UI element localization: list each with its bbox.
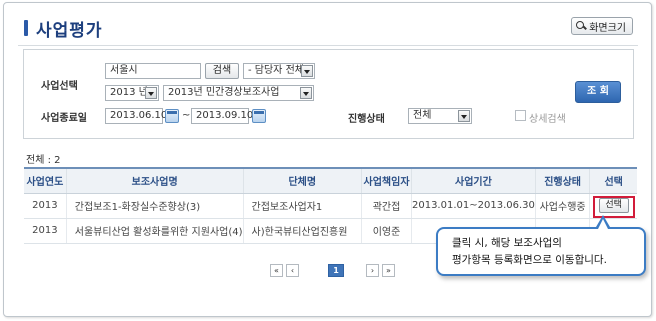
calendar-icon[interactable] <box>165 109 179 123</box>
column-header[interactable]: 단체명 <box>242 168 362 194</box>
total-count: 전체 : 2 <box>26 155 61 166</box>
chevron-down-icon <box>300 87 312 99</box>
search-button[interactable]: 검색 <box>205 63 239 79</box>
date-from-input[interactable]: 2013.06.10 <box>105 108 167 124</box>
page-title: 사업평가 <box>36 20 103 41</box>
manager-select[interactable]: - 담당자 전체 - <box>243 63 315 79</box>
last-page-button[interactable]: » <box>382 263 395 277</box>
title-divider <box>18 45 638 46</box>
title-marker <box>24 20 28 36</box>
column-header[interactable]: 진행상태 <box>534 168 590 194</box>
cell-year: 2013 <box>24 193 67 219</box>
cell-org-name: 사)한국뷰티산업진흥원 <box>242 218 362 244</box>
cell-period: 2013.01.01~2013.06.30 <box>410 193 536 219</box>
date-range-separator: ~ <box>182 110 191 121</box>
tooltip-line-1: 클릭 시, 해당 보조사업의 <box>452 237 562 249</box>
project-select-value: 2013년 민간경상보조사업 <box>168 87 280 98</box>
prev-page-button[interactable]: ‹ <box>286 263 299 277</box>
status-select[interactable]: 전체 <box>408 108 472 124</box>
cell-status: 사업수행중 <box>534 193 590 219</box>
first-page-button[interactable]: « <box>270 263 283 277</box>
page-header: 사업평가 <box>24 17 103 41</box>
magnifier-icon <box>576 21 586 31</box>
screen-size-label: 화면크기 <box>589 22 626 34</box>
cell-manager: 이영준 <box>361 218 412 244</box>
chevron-down-icon <box>301 65 313 77</box>
cell-project-name: 간접보조1-화장실수준향상(3) <box>65 193 244 219</box>
keyword-input[interactable]: 서울시 <box>105 63 201 79</box>
detail-search-label: 상세검색 <box>529 114 566 125</box>
help-tooltip: 클릭 시, 해당 보조사업의 평가항목 등록화면으로 이동합니다. <box>436 215 646 276</box>
column-header[interactable]: 사업책임자 <box>361 168 412 194</box>
page-number-current[interactable]: 1 <box>328 263 344 277</box>
submit-button[interactable]: 조 회 <box>575 81 621 103</box>
column-header: 선택 <box>589 168 637 194</box>
status-select-value: 전체 <box>413 110 432 121</box>
calendar-icon[interactable] <box>252 109 266 123</box>
cell-org-name: 간접보조사업자1 <box>242 193 362 219</box>
screen-size-button[interactable]: 화면크기 <box>571 17 633 35</box>
year-select-value: 2013 년 <box>110 87 148 98</box>
end-date-label: 사업종료일 <box>41 113 87 124</box>
cell-manager: 곽간접 <box>361 193 412 219</box>
cell-project-name: 서울뷰티산업 활성화를위한 지원사업(4) <box>65 218 244 244</box>
detail-search-checkbox[interactable] <box>515 110 526 121</box>
next-page-button[interactable]: › <box>366 263 379 277</box>
project-select[interactable]: 2013년 민간경상보조사업 <box>163 85 314 101</box>
status-label: 진행상태 <box>348 114 385 125</box>
year-select[interactable]: 2013 년 <box>105 85 159 101</box>
window-frame: 사업평가 화면크기 사업선택 서울시 검색 - 담당자 전체 - 2013 년 … <box>3 2 652 317</box>
column-header[interactable]: 보조사업명 <box>65 168 244 194</box>
select-button[interactable]: 선택 <box>598 198 629 213</box>
chevron-down-icon <box>145 87 157 99</box>
date-to-input[interactable]: 2013.09.10 <box>191 108 253 124</box>
cell-year: 2013 <box>24 218 67 244</box>
table-row[interactable]: 2013 간접보조1-화장실수준향상(3) 간접보조사업자1 곽간접 2013.… <box>24 193 637 219</box>
pagination: « ‹ 1 › » <box>270 263 398 277</box>
table-header-row: 사업연도 보조사업명 단체명 사업책임자 사업기간 진행상태 선택 <box>24 168 637 194</box>
chevron-down-icon <box>458 110 470 122</box>
search-panel: 사업선택 서울시 검색 - 담당자 전체 - 2013 년 2013년 민간경상… <box>23 49 634 139</box>
tooltip-line-2: 평가항목 등록화면으로 이동합니다. <box>452 254 607 266</box>
column-header[interactable]: 사업기간 <box>410 168 536 194</box>
column-header[interactable]: 사업연도 <box>24 168 67 194</box>
business-select-label: 사업선택 <box>41 81 78 92</box>
